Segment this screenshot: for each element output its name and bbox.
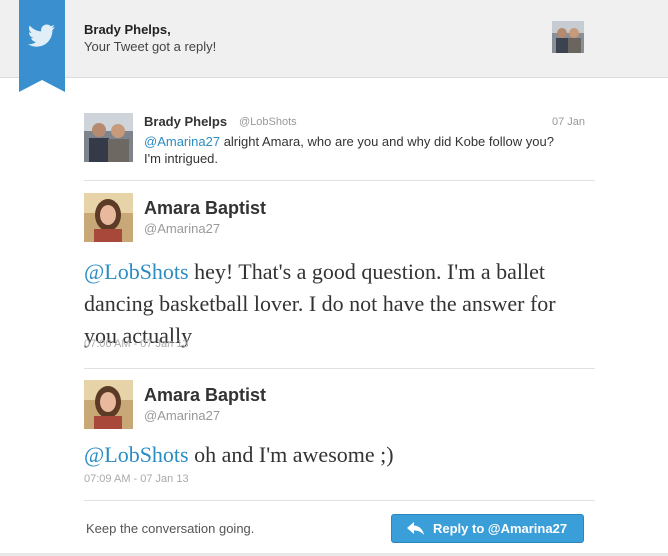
amara-avatar[interactable] xyxy=(84,193,133,242)
reply-timestamp[interactable]: 07:09 AM - 07 Jan 13 xyxy=(84,473,189,485)
recipient-name: Brady Phelps, xyxy=(84,22,171,37)
reply-author-handle[interactable]: @Amarina27 xyxy=(144,408,220,423)
notification-header: Brady Phelps, Your Tweet got a reply! xyxy=(0,0,668,92)
reply-arrow-icon xyxy=(407,522,424,535)
author-handle[interactable]: @LobShots xyxy=(239,116,297,128)
mention-link[interactable]: @Amarina27 xyxy=(144,134,220,149)
reply-tweet: Amara Baptist @Amarina27 @LobShots hey! … xyxy=(84,193,595,353)
reply-tweet: Amara Baptist @Amarina27 @LobShots oh an… xyxy=(84,380,595,490)
tweet-text: @Amarina27 alright Amara, who are you an… xyxy=(144,133,574,167)
author-name[interactable]: Brady Phelps xyxy=(144,114,227,129)
mention-link[interactable]: @LobShots xyxy=(84,259,189,284)
reply-text: @LobShots oh and I'm awesome ;) xyxy=(84,439,584,471)
reply-author-name[interactable]: Amara Baptist xyxy=(144,385,266,406)
reply-author-name[interactable]: Amara Baptist xyxy=(144,198,266,219)
reply-button-label: Reply to @Amarina27 xyxy=(433,521,568,536)
twitter-bird-icon xyxy=(28,24,55,47)
original-tweet: Brady Phelps @LobShots 07 Jan @Amarina27… xyxy=(84,113,587,173)
brady-avatar[interactable] xyxy=(84,113,133,162)
divider xyxy=(84,180,595,181)
reply-author-handle[interactable]: @Amarina27 xyxy=(144,221,220,236)
divider xyxy=(84,500,595,501)
divider xyxy=(84,368,595,369)
amara-avatar[interactable] xyxy=(84,380,133,429)
tweet-date: 07 Jan xyxy=(551,116,585,128)
reply-body: oh and I'm awesome ;) xyxy=(188,442,394,467)
reply-timestamp[interactable]: 07:06 AM - 07 Jan 13 xyxy=(84,338,189,350)
footer-prompt: Keep the conversation going. xyxy=(86,521,255,536)
twitter-ribbon xyxy=(19,0,65,92)
recipient-avatar[interactable] xyxy=(552,21,584,53)
mention-link[interactable]: @LobShots xyxy=(84,442,189,467)
notification-message: Your Tweet got a reply! xyxy=(84,39,217,54)
reply-button[interactable]: Reply to @Amarina27 xyxy=(391,514,584,543)
